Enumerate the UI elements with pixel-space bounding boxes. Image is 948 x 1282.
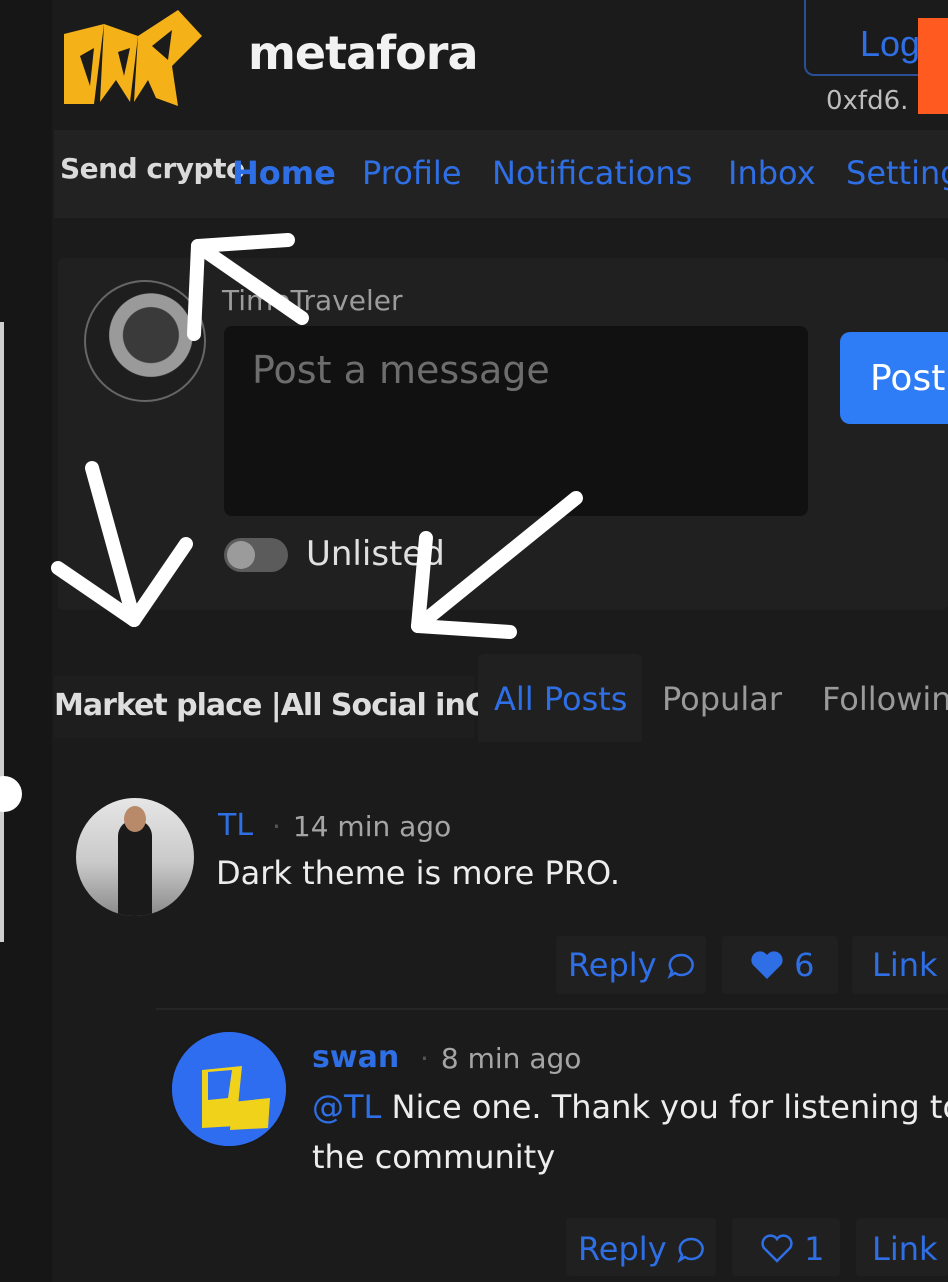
tab-all-posts[interactable]: All Posts xyxy=(494,680,627,718)
reply-body-line1: @TL Nice one. Thank you for listening to xyxy=(312,1082,948,1132)
post-time-text: 14 min ago xyxy=(292,810,452,843)
reply-divider xyxy=(156,1008,948,1010)
reply-time-text: 8 min ago xyxy=(440,1042,582,1075)
like-button-2[interactable]: 1 xyxy=(760,1230,825,1268)
like-button[interactable]: 6 xyxy=(750,946,815,984)
post-time: · 14 min ago xyxy=(272,810,451,843)
nav-notifications[interactable]: Notifications xyxy=(492,154,692,192)
reply-time: · 8 min ago xyxy=(420,1042,581,1075)
nav-home[interactable]: Home xyxy=(232,154,336,192)
post-body: Dark theme is more PRO. xyxy=(216,854,621,892)
post-button[interactable]: Post xyxy=(840,332,948,424)
reply-text-1: Nice one. Thank you for listening to xyxy=(391,1088,948,1126)
unlisted-toggle[interactable] xyxy=(224,538,288,572)
reply-button-2[interactable]: Reply xyxy=(578,1230,705,1268)
marketplace-tab[interactable]: Market place |All Social inOne xyxy=(54,676,530,738)
toggle-knob xyxy=(227,541,255,569)
comment-icon xyxy=(667,953,694,979)
nav-profile[interactable]: Profile xyxy=(362,154,462,192)
tab-popular[interactable]: Popular xyxy=(662,680,782,718)
separator-dot: · xyxy=(272,810,281,843)
brand-name[interactable]: metafora xyxy=(248,26,479,80)
reply-label-2: Reply xyxy=(578,1230,667,1268)
left-rail xyxy=(0,0,52,1282)
nav-settings[interactable]: Setting xyxy=(846,154,948,192)
post-message-input[interactable] xyxy=(224,326,808,516)
tab-following[interactable]: Followin xyxy=(822,680,948,718)
metafora-logo-icon[interactable] xyxy=(60,6,210,108)
scrollbar-track[interactable] xyxy=(0,322,4,942)
heart-outline-icon xyxy=(761,1234,793,1263)
separator-dot: · xyxy=(420,1042,429,1075)
like-count-2: 1 xyxy=(804,1230,825,1268)
link-button[interactable]: Link xyxy=(872,946,938,984)
heart-filled-icon xyxy=(751,951,783,979)
post-username[interactable]: TL xyxy=(218,808,253,843)
link-button-2[interactable]: Link xyxy=(872,1230,938,1268)
composer-username: TimeTraveler xyxy=(222,284,403,317)
reply-body-line2: the community xyxy=(312,1138,556,1176)
avatar-head xyxy=(124,806,146,832)
reply-username[interactable]: swan xyxy=(312,1040,399,1075)
nav-send-crypto[interactable]: Send crypto xyxy=(60,152,245,185)
mention-link[interactable]: @TL xyxy=(312,1088,381,1126)
nav-inbox[interactable]: Inbox xyxy=(728,154,816,192)
reply-label: Reply xyxy=(568,946,657,984)
reply-avatar[interactable] xyxy=(170,1030,288,1148)
avatar-figure xyxy=(118,820,152,916)
orange-badge xyxy=(918,18,948,114)
like-count: 6 xyxy=(794,946,815,984)
unlisted-label: Unlisted xyxy=(306,534,445,574)
reply-button[interactable]: Reply xyxy=(568,946,695,984)
comment-icon xyxy=(677,1237,704,1263)
post-avatar[interactable] xyxy=(76,798,194,916)
swan-avatar-art xyxy=(172,1032,286,1146)
current-user-avatar[interactable] xyxy=(84,280,206,402)
wallet-address: 0xfd6. xyxy=(826,86,909,116)
